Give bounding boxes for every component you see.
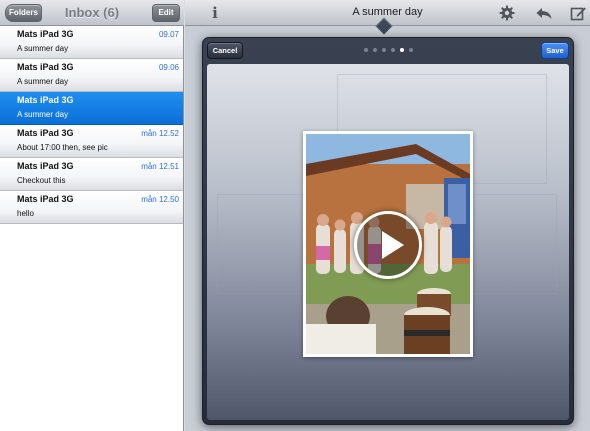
page-dot[interactable] <box>381 48 386 52</box>
page-indicator[interactable] <box>203 48 573 52</box>
message-sender: Mats iPad 3G <box>17 29 74 39</box>
message-sender: Mats iPad 3G <box>17 95 74 105</box>
page-dot[interactable] <box>390 48 395 52</box>
message-row[interactable]: Mats iPad 3G 09.07 A summer day <box>0 26 183 59</box>
message-time: 09.06 <box>158 63 179 72</box>
detail-title: A summer day <box>352 6 423 18</box>
reply-icon[interactable] <box>535 4 553 22</box>
message-row-selected[interactable]: Mats iPad 3G A summer day <box>0 92 183 125</box>
message-row[interactable]: Mats iPad 3G mån 12.52 About 17:00 then,… <box>0 125 183 158</box>
page-dot[interactable] <box>408 48 413 52</box>
message-time: mån 12.50 <box>141 195 179 204</box>
gear-icon[interactable] <box>498 4 516 22</box>
video-thumbnail[interactable] <box>306 134 470 354</box>
message-preview: A summer day <box>17 77 69 86</box>
message-row[interactable]: Mats iPad 3G mån 12.51 Checkout this <box>0 158 183 191</box>
media-preview-modal: Cancel Save <box>202 37 574 425</box>
message-sender: Mats iPad 3G <box>17 161 74 171</box>
message-time: mån 12.51 <box>141 162 179 171</box>
message-sender: Mats iPad 3G <box>17 194 74 204</box>
page-dot-active[interactable] <box>399 48 404 52</box>
compose-icon[interactable] <box>569 4 587 22</box>
message-preview: A summer day <box>17 110 69 119</box>
message-sender: Mats iPad 3G <box>17 62 74 72</box>
message-preview: Checkout this <box>17 176 66 185</box>
message-detail-pane: i A summer day Cancel Save <box>185 0 590 431</box>
save-button[interactable]: Save <box>541 42 569 59</box>
message-sender: Mats iPad 3G <box>17 128 74 138</box>
message-row[interactable]: Mats iPad 3G 09.06 A summer day <box>0 59 183 92</box>
play-button[interactable] <box>354 211 422 279</box>
page-dot[interactable] <box>363 48 368 52</box>
edit-button[interactable]: Edit <box>152 4 180 22</box>
page-dot[interactable] <box>372 48 377 52</box>
message-preview: About 17:00 then, see pic <box>17 143 108 152</box>
inbox-toolbar: Folders Inbox (6) Edit <box>0 0 184 26</box>
message-preview: hello <box>17 209 34 218</box>
folders-button[interactable]: Folders <box>5 4 42 22</box>
play-icon <box>382 231 404 259</box>
message-preview: A summer day <box>17 44 69 53</box>
modal-content <box>207 64 569 420</box>
video-thumbnail-frame[interactable] <box>303 131 473 357</box>
inbox-pane: Folders Inbox (6) Edit Mats iPad 3G 09.0… <box>0 0 184 431</box>
message-row[interactable]: Mats iPad 3G mån 12.50 hello <box>0 191 183 224</box>
modal-toolbar: Cancel Save <box>203 38 573 63</box>
message-time: 09.07 <box>158 30 179 39</box>
message-time: mån 12.52 <box>141 129 179 138</box>
